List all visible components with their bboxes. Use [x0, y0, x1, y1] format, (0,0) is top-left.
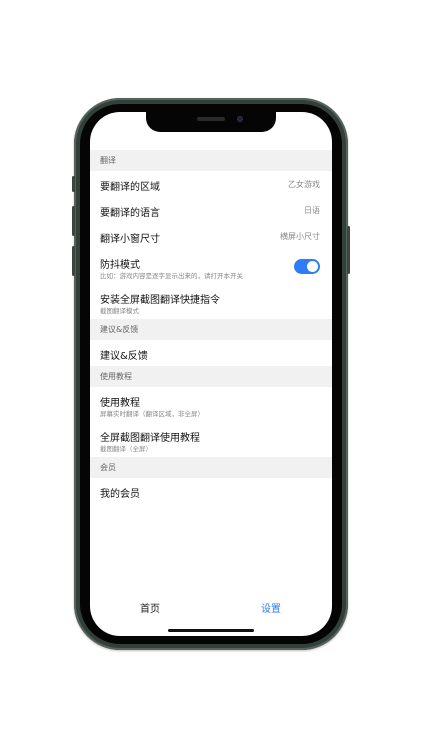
app-screen: 翻译 要翻译的区域 乙女游戏 要翻译的语言 日语 翻译小窗尺寸 横屏小尺寸 防抖… — [90, 112, 332, 636]
tab-settings[interactable]: 设置 — [261, 600, 281, 615]
antishake-toggle[interactable] — [294, 259, 320, 274]
row-tutorial[interactable]: 使用教程 屏幕实时翻译（翻译区域，非全屏） — [90, 387, 332, 422]
section-header-translate: 翻译 — [90, 150, 332, 171]
row-label: 要翻译的区域 — [100, 182, 160, 193]
phone-notch — [146, 112, 276, 132]
row-label: 全屏截图翻译使用教程 — [100, 433, 200, 444]
row-my-membership[interactable]: 我的会员 — [90, 478, 332, 504]
row-label: 我的会员 — [100, 489, 140, 500]
row-install-shortcut[interactable]: 安装全屏截图翻译快捷指令 截图翻译模式 — [90, 284, 332, 319]
row-label: 翻译小窗尺寸 — [100, 234, 160, 245]
row-label: 使用教程 — [100, 398, 140, 409]
row-value: 乙女游戏 — [288, 180, 320, 189]
row-value: 日语 — [304, 206, 320, 215]
section-header-tutorial: 使用教程 — [90, 366, 332, 387]
section-header-membership: 会员 — [90, 457, 332, 478]
phone-volume-up — [72, 206, 75, 236]
row-antishake-mode: 防抖模式 比如：游戏内容是逐字显示出来的，请打开本开关 — [90, 249, 332, 284]
toggle-knob — [307, 261, 318, 272]
row-subtitle: 截图翻译模式 — [100, 307, 139, 315]
phone-volume-down — [72, 246, 75, 276]
speaker-grille — [197, 117, 225, 121]
front-camera-icon — [237, 116, 243, 122]
row-subtitle: 截图翻译（全屏） — [100, 445, 152, 453]
row-feedback[interactable]: 建议&反馈 — [90, 340, 332, 366]
section-header-feedback: 建议&反馈 — [90, 319, 332, 340]
row-translate-language[interactable]: 要翻译的语言 日语 — [90, 197, 332, 223]
row-window-size[interactable]: 翻译小窗尺寸 横屏小尺寸 — [90, 223, 332, 249]
tab-bar: 首页 设置 — [90, 596, 332, 620]
row-value: 横屏小尺寸 — [280, 232, 320, 241]
row-subtitle: 屏幕实时翻译（翻译区域，非全屏） — [100, 410, 204, 418]
phone-mute-switch — [72, 176, 75, 192]
home-indicator[interactable] — [168, 629, 254, 632]
row-translate-area[interactable]: 要翻译的区域 乙女游戏 — [90, 171, 332, 197]
row-label: 防抖模式 — [100, 260, 140, 271]
row-label: 建议&反馈 — [100, 351, 148, 362]
phone-power-button — [347, 226, 350, 274]
row-label: 安装全屏截图翻译快捷指令 — [100, 295, 220, 306]
row-label: 要翻译的语言 — [100, 208, 160, 219]
row-fullscreen-tutorial[interactable]: 全屏截图翻译使用教程 截图翻译（全屏） — [90, 422, 332, 457]
row-subtitle: 比如：游戏内容是逐字显示出来的，请打开本开关 — [100, 272, 243, 280]
settings-list: 翻译 要翻译的区域 乙女游戏 要翻译的语言 日语 翻译小窗尺寸 横屏小尺寸 防抖… — [90, 150, 332, 504]
tab-home[interactable]: 首页 — [140, 600, 160, 615]
